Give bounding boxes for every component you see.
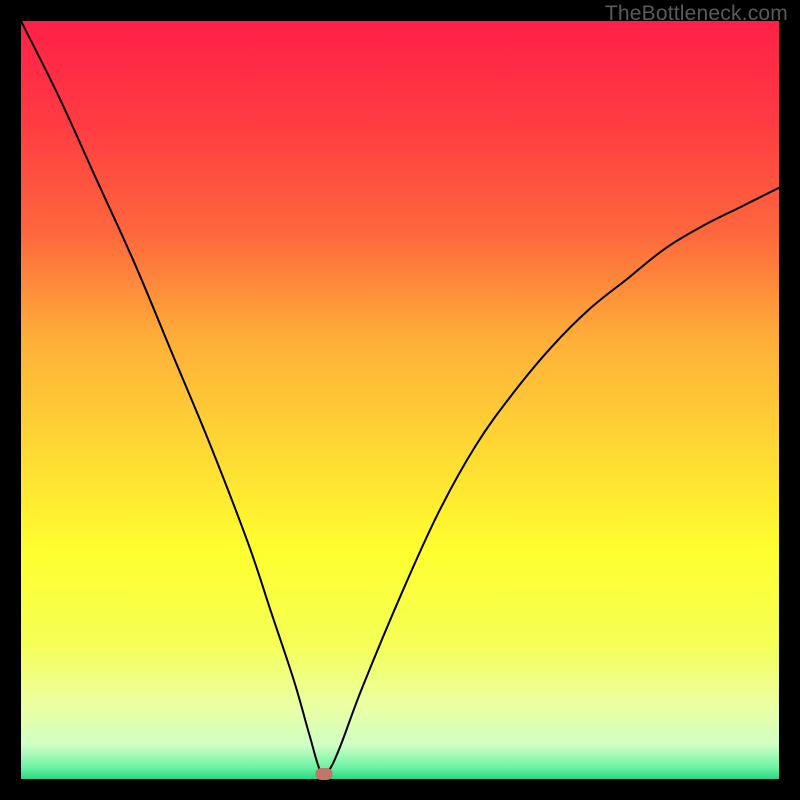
watermark-text: TheBottleneck.com (605, 2, 788, 26)
bottleneck-curve (21, 21, 779, 779)
chart-frame: TheBottleneck.com (0, 0, 800, 800)
plot-area (21, 21, 779, 779)
optimal-point-marker (316, 768, 333, 780)
